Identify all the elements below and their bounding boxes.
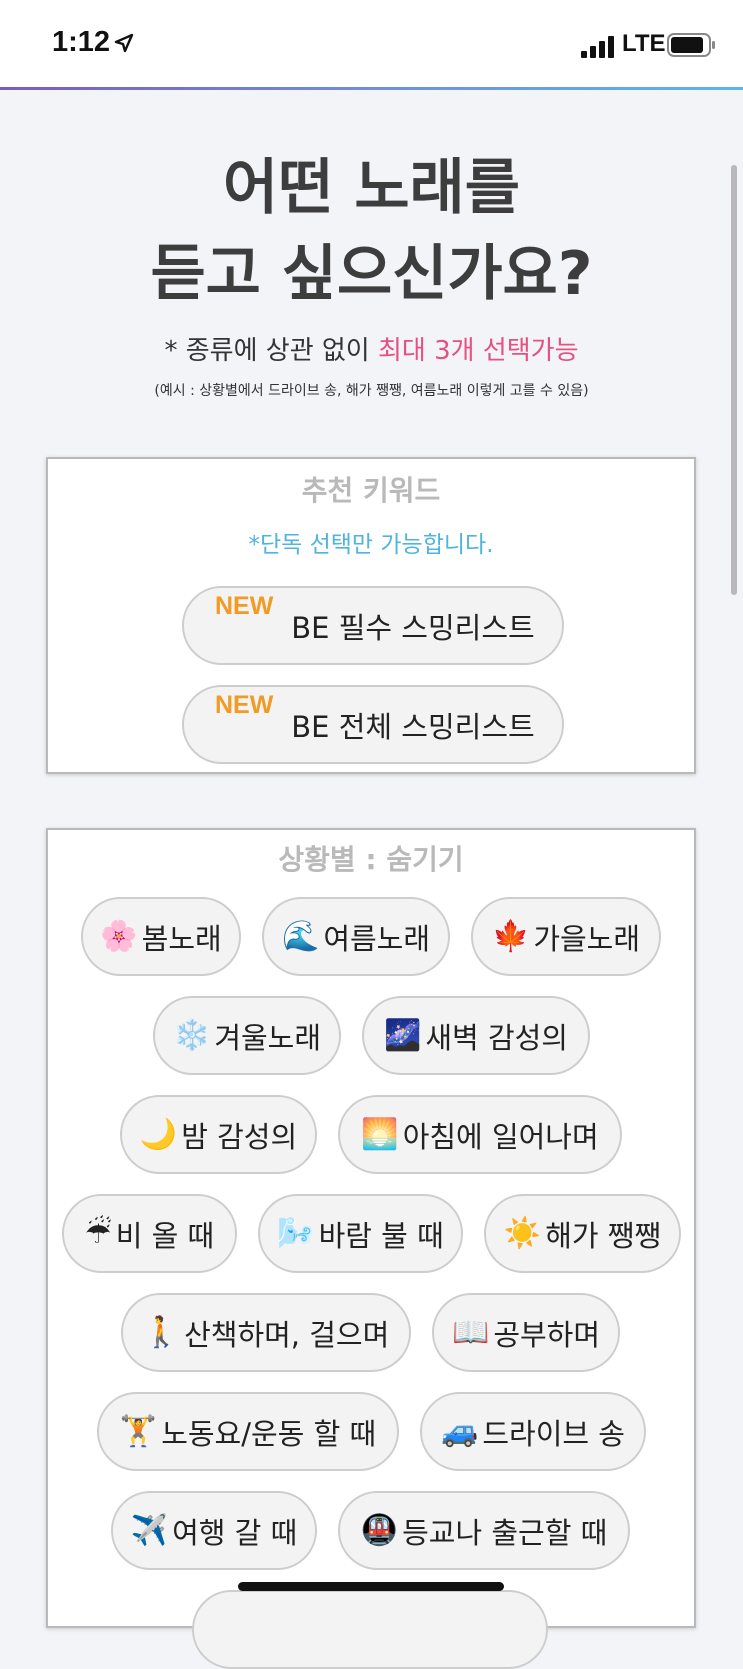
wave-icon: 🌊 xyxy=(281,919,320,954)
situation-sunny-button[interactable]: ☀️ 해가 쨍쨍 xyxy=(484,1194,681,1273)
situation-label: 공부하며 xyxy=(493,1317,601,1352)
situation-label: 등교나 출근할 때 xyxy=(402,1515,608,1550)
situation-travel-button[interactable]: ✈️ 여행 갈 때 xyxy=(111,1491,317,1570)
situation-title-toggle[interactable]: 상황별 : 숨기기 xyxy=(48,838,694,878)
situation-morning-button[interactable]: 🌅 아침에 일어나며 xyxy=(338,1095,622,1174)
open-book-icon: 📖 xyxy=(451,1315,490,1350)
sunrise-icon: 🌅 xyxy=(361,1117,399,1152)
snowflake-icon: ❄️ xyxy=(172,1018,211,1053)
situation-label: 겨울노래 xyxy=(214,1020,322,1055)
page-title-line2: 듣고 싶으신가요? xyxy=(150,239,593,309)
signal-bars-icon xyxy=(581,36,614,58)
situation-label: 새벽 감성의 xyxy=(425,1020,568,1055)
page-title: 어떤 노래를 듣고 싶으신가요? xyxy=(0,145,743,317)
situation-walk-button[interactable]: 🚶 산책하며, 걸으며 xyxy=(121,1293,411,1372)
new-badge: NEW xyxy=(215,691,274,719)
keyword-label: BE 필수 스밍리스트 xyxy=(291,610,535,645)
network-type: LTE xyxy=(622,30,666,57)
situation-label: 아침에 일어나며 xyxy=(402,1119,599,1154)
milky-way-icon: 🌌 xyxy=(384,1018,422,1053)
home-indicator[interactable] xyxy=(238,1582,504,1591)
cherry-blossom-icon: 🌸 xyxy=(100,919,138,954)
situation-label: 봄노래 xyxy=(141,921,222,956)
car-icon: 🚙 xyxy=(441,1414,479,1449)
situation-study-button[interactable]: 📖 공부하며 xyxy=(432,1293,620,1372)
single-select-notice: *단독 선택만 가능합니다. xyxy=(248,532,494,558)
selection-rule-highlight: 최대 3개 선택가능 xyxy=(377,336,579,366)
page-title-line1: 어떤 노래를 xyxy=(223,153,520,223)
situation-rain-button[interactable]: ☔ 비 올 때 xyxy=(62,1194,237,1273)
crescent-moon-icon: 🌙 xyxy=(139,1117,178,1152)
person-walking-icon: 🚶 xyxy=(142,1315,181,1350)
status-bar: 1:12 LTE xyxy=(0,0,743,87)
situation-spring-button[interactable]: 🌸 봄노래 xyxy=(81,897,241,976)
recommended-keywords-panel: 추천 키워드 *단독 선택만 가능합니다. NEW BE 필수 스밍리스트 NE… xyxy=(46,457,696,774)
wind-face-icon: 🌬️ xyxy=(277,1216,315,1251)
header-divider xyxy=(0,87,743,90)
situation-drive-button[interactable]: 🚙 드라이브 송 xyxy=(420,1392,646,1471)
situation-summer-button[interactable]: 🌊 여름노래 xyxy=(262,897,450,976)
airplane-icon: ✈️ xyxy=(130,1513,169,1548)
situation-label: 여행 갈 때 xyxy=(172,1515,298,1550)
situation-wind-button[interactable]: 🌬️ 바람 불 때 xyxy=(258,1194,463,1273)
selection-rule-text: * 종류에 상관 없이 xyxy=(164,336,378,366)
location-arrow-icon xyxy=(114,33,134,53)
situation-autumn-button[interactable]: 🍁 가을노래 xyxy=(471,897,661,976)
situation-winter-button[interactable]: ❄️ 겨울노래 xyxy=(153,996,341,1075)
situation-label: 바람 불 때 xyxy=(318,1218,444,1253)
situation-label: 여름노래 xyxy=(323,921,431,956)
situation-panel: 상황별 : 숨기기 🌸 봄노래 🌊 여름노래 🍁 가을노래 ❄️ 겨울노래 🌌 새벽 감성… xyxy=(46,828,696,1669)
battery-icon xyxy=(667,33,715,57)
metro-icon: 🚇 xyxy=(360,1513,399,1548)
weight-lifter-icon: 🏋️ xyxy=(119,1414,158,1449)
situation-label: 밤 감성의 xyxy=(181,1119,298,1154)
maple-leaf-icon: 🍁 xyxy=(491,919,530,954)
situation-label: 노동요/운동 할 때 xyxy=(161,1416,377,1451)
situation-dawn-button[interactable]: 🌌 새벽 감성의 xyxy=(362,996,590,1075)
situation-commute-button[interactable]: 🚇 등교나 출근할 때 xyxy=(338,1491,630,1570)
situation-label: 해가 쨍쨍 xyxy=(545,1218,662,1253)
situation-label: 드라이브 송 xyxy=(482,1416,625,1451)
new-badge: NEW xyxy=(215,592,274,620)
situation-workout-button[interactable]: 🏋️ 노동요/운동 할 때 xyxy=(97,1392,399,1471)
status-time: 1:12 xyxy=(52,26,111,58)
keyword-label: BE 전체 스밍리스트 xyxy=(291,709,535,744)
recommended-title: 추천 키워드 xyxy=(301,474,441,507)
situation-label: 산책하며, 걸으며 xyxy=(184,1317,390,1352)
example-text: (예시 : 상황별에서 드라이브 송, 해가 쨍쨍, 여름노래 이렇게 고를 수… xyxy=(154,383,589,399)
keyword-be-full-button[interactable]: NEW BE 전체 스밍리스트 xyxy=(182,685,564,764)
situation-label: 가을노래 xyxy=(533,921,641,956)
umbrella-rain-icon: ☔ xyxy=(84,1216,112,1251)
situation-more-button[interactable] xyxy=(192,1590,548,1669)
keyword-be-essential-button[interactable]: NEW BE 필수 스밍리스트 xyxy=(182,586,564,665)
situation-night-button[interactable]: 🌙 밤 감성의 xyxy=(120,1095,317,1174)
situation-label: 비 올 때 xyxy=(115,1218,215,1253)
selection-rule: * 종류에 상관 없이 최대 3개 선택가능 xyxy=(0,330,743,367)
sun-icon: ☀️ xyxy=(503,1216,542,1251)
